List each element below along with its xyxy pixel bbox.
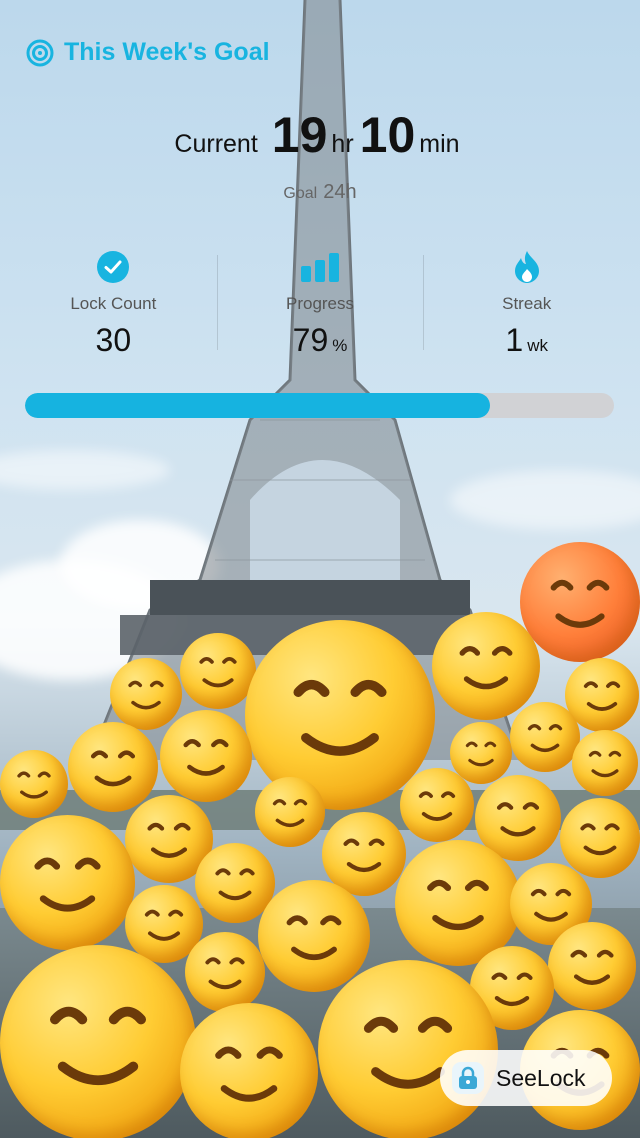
emoji-face-icon	[548, 922, 636, 1010]
emoji-pile	[0, 0, 640, 1138]
emoji-face-icon	[510, 702, 580, 772]
emoji-face-icon	[400, 768, 474, 842]
emoji-face-icon	[0, 815, 135, 950]
emoji-face-icon	[185, 932, 265, 1012]
seelock-badge[interactable]: SeeLock	[440, 1050, 612, 1106]
brand-label: SeeLock	[496, 1064, 586, 1091]
emoji-face-icon	[0, 750, 68, 818]
emoji-face-icon	[160, 710, 252, 802]
emoji-face-icon	[318, 960, 498, 1138]
emoji-face-icon	[572, 730, 638, 796]
emoji-face-icon	[180, 1003, 318, 1138]
lock-icon	[452, 1062, 484, 1094]
emoji-face-icon	[255, 777, 325, 847]
emoji-face-icon	[0, 945, 196, 1138]
